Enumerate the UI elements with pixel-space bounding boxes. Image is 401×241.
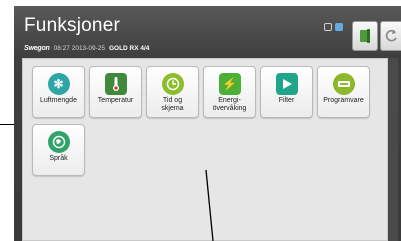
tile-filter[interactable]: Filter [260, 66, 313, 118]
tile-label: Energi- övervåking [212, 97, 247, 112]
annotation-line [0, 124, 14, 125]
function-panel: ✻ Luftmengde Temperatur Tid og skjema ⚡ … [22, 58, 388, 241]
globe-icon [47, 131, 70, 153]
energy-icon: ⚡ [218, 73, 241, 95]
tile-temperatur[interactable]: Temperatur [89, 66, 142, 118]
tile-label: Språk [49, 155, 68, 162]
network-icon [324, 23, 332, 31]
header: Funksjoner Swegon 08:27 2013-09-25 GOLD … [14, 6, 401, 56]
status-line: Swegon 08:27 2013-09-25 GOLD RX 4/4 [24, 42, 149, 54]
tile-sprak[interactable]: Språk [32, 124, 85, 176]
filter-icon [275, 73, 298, 95]
page-title: Funksjoner [24, 15, 120, 36]
brand-logo: Swegon [24, 44, 50, 52]
unit-model: GOLD RX 4/4 [108, 44, 150, 52]
tile-label: Temperatur [97, 97, 134, 104]
tile-label: Luftmengde [40, 97, 77, 104]
tile-label: Tid og skjema [161, 97, 184, 112]
tile-programvare[interactable]: Programvare [317, 66, 370, 118]
home-button[interactable] [352, 21, 378, 51]
tile-label: Filter [278, 97, 295, 104]
back-arrow-icon [385, 29, 397, 42]
fan-icon: ✻ [47, 73, 70, 95]
status-icons [324, 23, 343, 31]
tile-label: Programvare [323, 97, 364, 104]
tile-energiovervaking[interactable]: ⚡ Energi- övervåking [203, 66, 256, 118]
user-icon [335, 23, 343, 31]
back-button[interactable] [380, 21, 401, 51]
home-icon [360, 29, 370, 43]
clock-icon [161, 73, 184, 95]
tile-luftmengde[interactable]: ✻ Luftmengde [32, 66, 85, 118]
software-icon [332, 73, 355, 95]
scrollbar[interactable] [388, 58, 398, 241]
app-window: Funksjoner Swegon 08:27 2013-09-25 GOLD … [14, 6, 401, 241]
datetime: 08:27 2013-09-25 [53, 44, 105, 52]
thermometer-icon [104, 73, 127, 95]
tile-tid-og-skjema[interactable]: Tid og skjema [146, 66, 199, 118]
